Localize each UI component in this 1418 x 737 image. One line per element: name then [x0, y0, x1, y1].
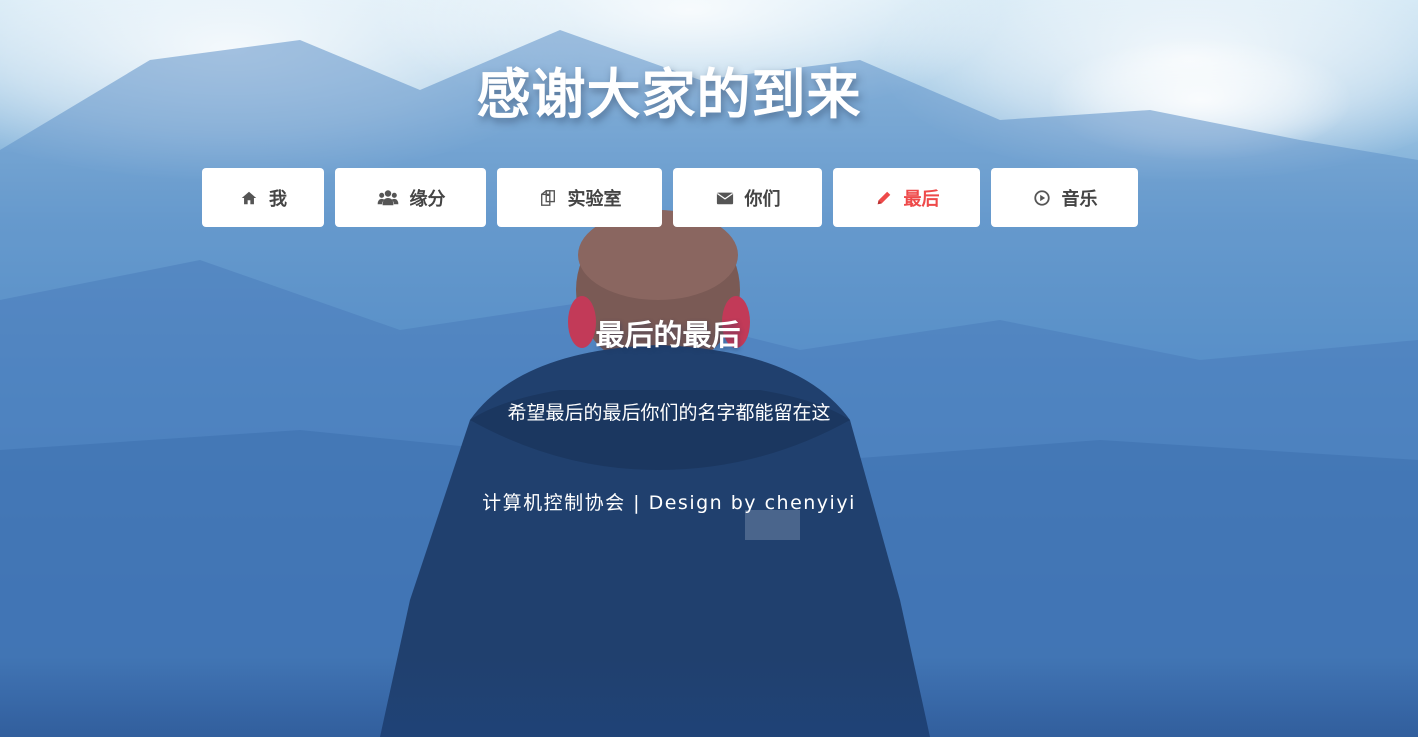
nav-item-fate[interactable]: 缘分: [335, 168, 486, 227]
nav-item-label: 缘分: [409, 188, 446, 210]
footer-text: 计算机控制协会 | Design by chenyiyi: [482, 492, 856, 514]
envelope-icon: [715, 188, 735, 208]
nav-item-me[interactable]: 我: [202, 168, 324, 227]
nav-bar: 我 缘分 实验室 你们 最后 音乐: [202, 168, 1138, 227]
section-text: 希望最后的最后你们的名字都能留在这: [507, 402, 831, 424]
nav-item-label: 你们: [744, 188, 781, 210]
nav-item-last[interactable]: 最后: [833, 168, 980, 227]
main-content: 感谢大家的到来 我 缘分 实验室 你们 最后 音乐 最后的最后 希望最后的最后你…: [0, 0, 1418, 737]
section-title: 最后的最后: [595, 318, 741, 352]
users-icon: [376, 188, 400, 208]
nav-item-lab[interactable]: 实验室: [497, 168, 662, 227]
play-circle-icon: [1032, 188, 1052, 208]
nav-item-music[interactable]: 音乐: [991, 168, 1138, 227]
home-icon: [239, 188, 259, 208]
nav-item-label: 音乐: [1061, 188, 1098, 210]
copy-icon: [538, 188, 558, 208]
pencil-icon: [874, 188, 894, 208]
nav-item-label: 我: [269, 188, 287, 210]
nav-item-label: 实验室: [567, 188, 622, 210]
nav-item-you[interactable]: 你们: [673, 168, 822, 227]
nav-item-label: 最后: [903, 188, 940, 210]
page-title: 感谢大家的到来: [476, 63, 862, 126]
